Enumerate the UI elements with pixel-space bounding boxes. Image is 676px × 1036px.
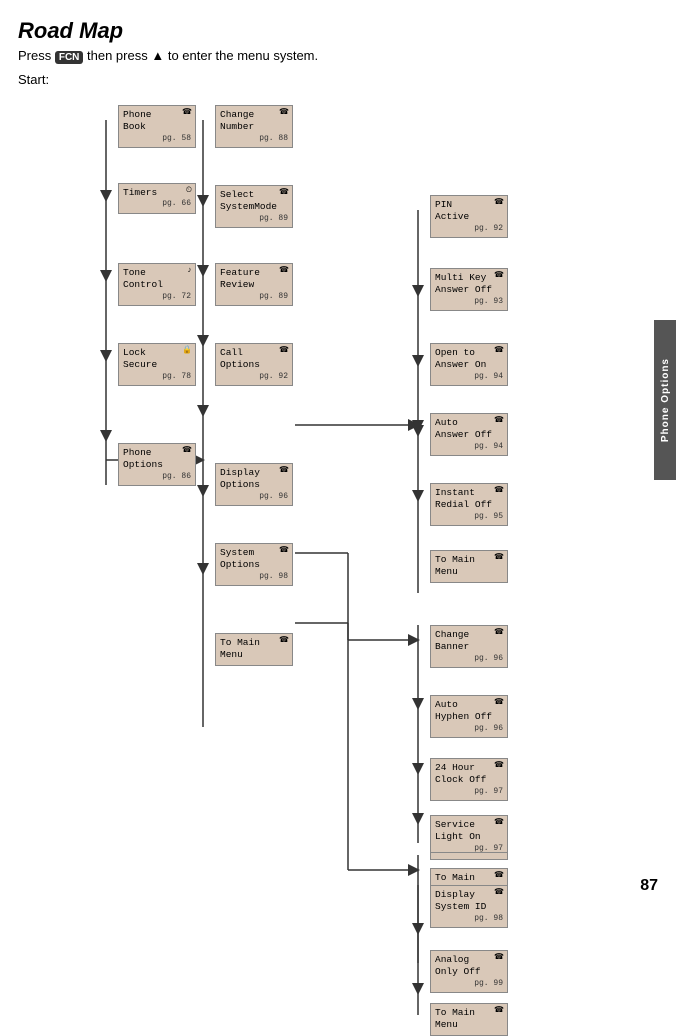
menu-box-feature-review: FeatureReview ☎ pg. 89 (215, 263, 293, 306)
menu-box-tone-control: ToneControl ♪ pg. 72 (118, 263, 196, 306)
menu-box-timers: Timers ⏲ pg. 66 (118, 183, 196, 214)
menu-box-to-main-menu-col2: To MainMenu ☎ (215, 633, 293, 666)
fcn-key: FCN (55, 51, 84, 64)
menu-box-auto-answer: AutoAnswer Off ☎ pg. 94 (430, 413, 508, 456)
menu-box-24hour-clock: 24 HourClock Off ☎ pg. 97 (430, 758, 508, 801)
menu-box-system-options: SystemOptions ☎ pg. 98 (215, 543, 293, 586)
menu-box-change-number: ChangeNumber ☎ pg. 88 (215, 105, 293, 148)
page-number: 87 (640, 877, 658, 895)
menu-box-select-systemmode: SelectSystemMode ☎ pg. 89 (215, 185, 293, 228)
menu-box-pin-active: PINActive ☎ pg. 92 (430, 195, 508, 238)
diagram: PhoneBook ☎ pg. 58 Timers ⏲ pg. 66 ToneC… (18, 95, 658, 965)
menu-box-call-options: CallOptions ☎ pg. 92 (215, 343, 293, 386)
menu-box-auto-hyphen: AutoHyphen Off ☎ pg. 96 (430, 695, 508, 738)
menu-box-to-main-menu-call: To MainMenu ☎ (430, 550, 508, 583)
menu-box-change-banner: ChangeBanner ☎ pg. 96 (430, 625, 508, 668)
menu-box-display-options: DisplayOptions ☎ pg. 96 (215, 463, 293, 506)
page-subtitle: Press FCN then press ▲ to enter the menu… (18, 48, 658, 64)
page-container: Road Map Press FCN then press ▲ to enter… (0, 0, 676, 903)
menu-box-open-to-answer: Open toAnswer On ☎ pg. 94 (430, 343, 508, 386)
menu-box-instant-redial: InstantRedial Off ☎ pg. 95 (430, 483, 508, 526)
system-connector-svg (18, 885, 658, 1035)
page-title: Road Map (18, 18, 658, 44)
connector-svg (18, 95, 658, 965)
menu-box-phone-options: PhoneOptions ☎ pg. 86 (118, 443, 196, 486)
menu-box-multi-key-answer: Multi KeyAnswer Off ☎ pg. 93 (430, 268, 508, 311)
menu-box-lock-secure: LockSecure 🔒 pg. 78 (118, 343, 196, 386)
menu-box-display-system-id (430, 852, 508, 860)
menu-box-analog-only: AnalogOnly Off ☎ pg. 99 (430, 950, 508, 993)
menu-box-phone-book: PhoneBook ☎ pg. 58 (118, 105, 196, 148)
menu-box-to-main-menu-system: To MainMenu ☎ (430, 1003, 508, 1036)
menu-box-display-system-id: DisplaySystem ID ☎ pg. 98 (430, 885, 508, 928)
start-label: Start: (18, 72, 658, 87)
